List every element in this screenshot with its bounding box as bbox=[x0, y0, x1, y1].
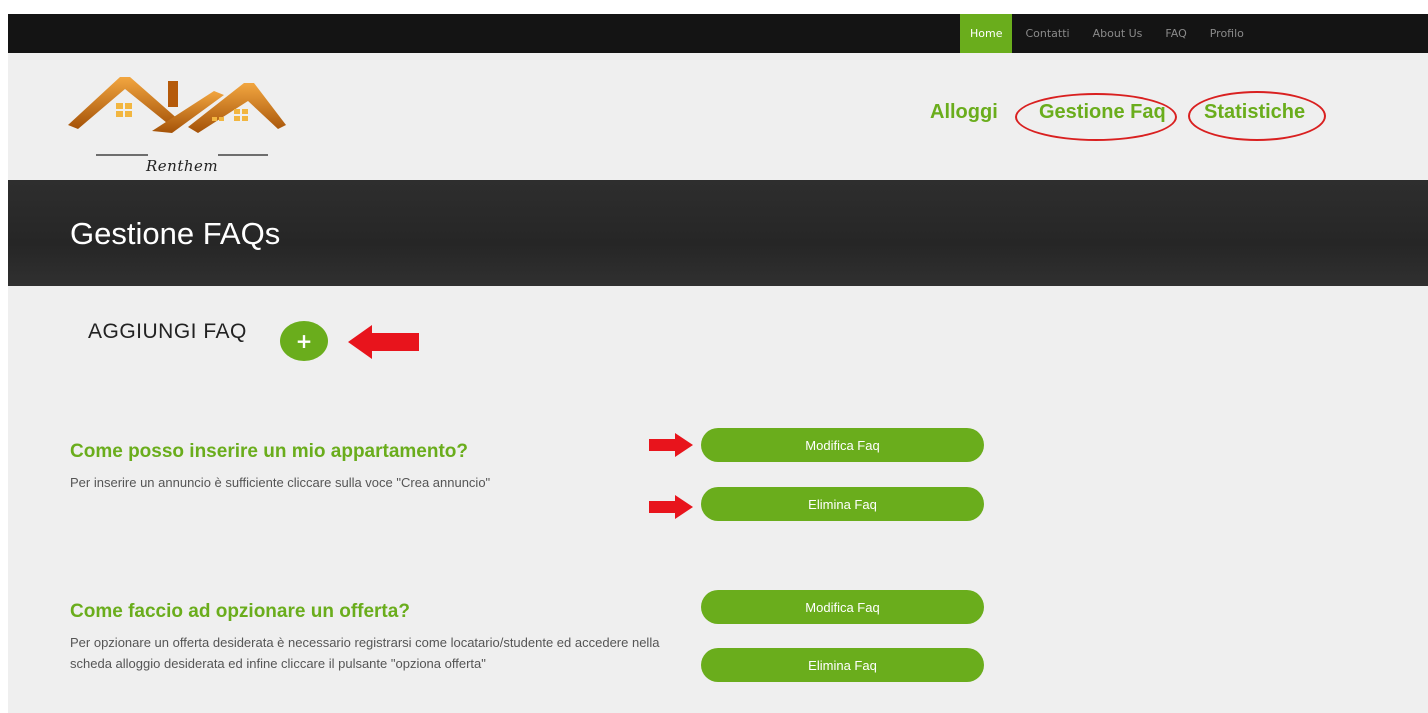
annotation-arrow-right-icon bbox=[649, 433, 693, 457]
annotation-circle-gestione-faq bbox=[1015, 93, 1177, 141]
annotation-arrow-right-icon bbox=[649, 495, 693, 519]
faq-question: Come posso inserire un mio appartamento? bbox=[70, 441, 469, 462]
edit-faq-button[interactable]: Modifica Faq bbox=[701, 590, 984, 624]
top-nav-faq[interactable]: FAQ bbox=[1155, 14, 1196, 53]
top-nav-profilo[interactable]: Profilo bbox=[1200, 14, 1254, 53]
annotation-arrow-left-icon bbox=[348, 325, 419, 359]
page-title: Gestione FAQs bbox=[70, 216, 281, 251]
top-nav-contatti[interactable]: Contatti bbox=[1015, 14, 1079, 53]
nav-alloggi[interactable]: Alloggi bbox=[930, 101, 998, 124]
faq-answer: Per inserire un annuncio è sufficiente c… bbox=[70, 475, 491, 490]
page-banner: Gestione FAQs bbox=[8, 180, 1428, 286]
top-nav-about-us[interactable]: About Us bbox=[1083, 14, 1153, 53]
annotation-circle-statistiche bbox=[1188, 91, 1326, 141]
page: Home Contatti About Us FAQ Profilo Renth… bbox=[8, 14, 1428, 713]
faq-answer: Per opzionare un offerta desiderata è ne… bbox=[70, 635, 660, 671]
add-faq-label: AGGIUNGI FAQ bbox=[88, 320, 247, 343]
site-header: Renthem Alloggi Gestione Faq Statistiche bbox=[8, 53, 1428, 180]
delete-faq-button[interactable]: Elimina Faq bbox=[701, 648, 984, 682]
top-nav-home[interactable]: Home bbox=[960, 14, 1013, 53]
delete-faq-button[interactable]: Elimina Faq bbox=[701, 487, 984, 521]
logo[interactable]: Renthem bbox=[68, 73, 288, 175]
top-bar: Home Contatti About Us FAQ Profilo bbox=[8, 14, 1428, 53]
add-faq-button[interactable]: + bbox=[280, 321, 328, 361]
faq-question: Come faccio ad opzionare un offerta? bbox=[70, 601, 410, 622]
top-nav: Home Contatti About Us FAQ Profilo bbox=[960, 14, 1257, 53]
house-roofs-icon bbox=[68, 77, 286, 156]
edit-faq-button[interactable]: Modifica Faq bbox=[701, 428, 984, 462]
logo-text: Renthem bbox=[146, 157, 219, 175]
